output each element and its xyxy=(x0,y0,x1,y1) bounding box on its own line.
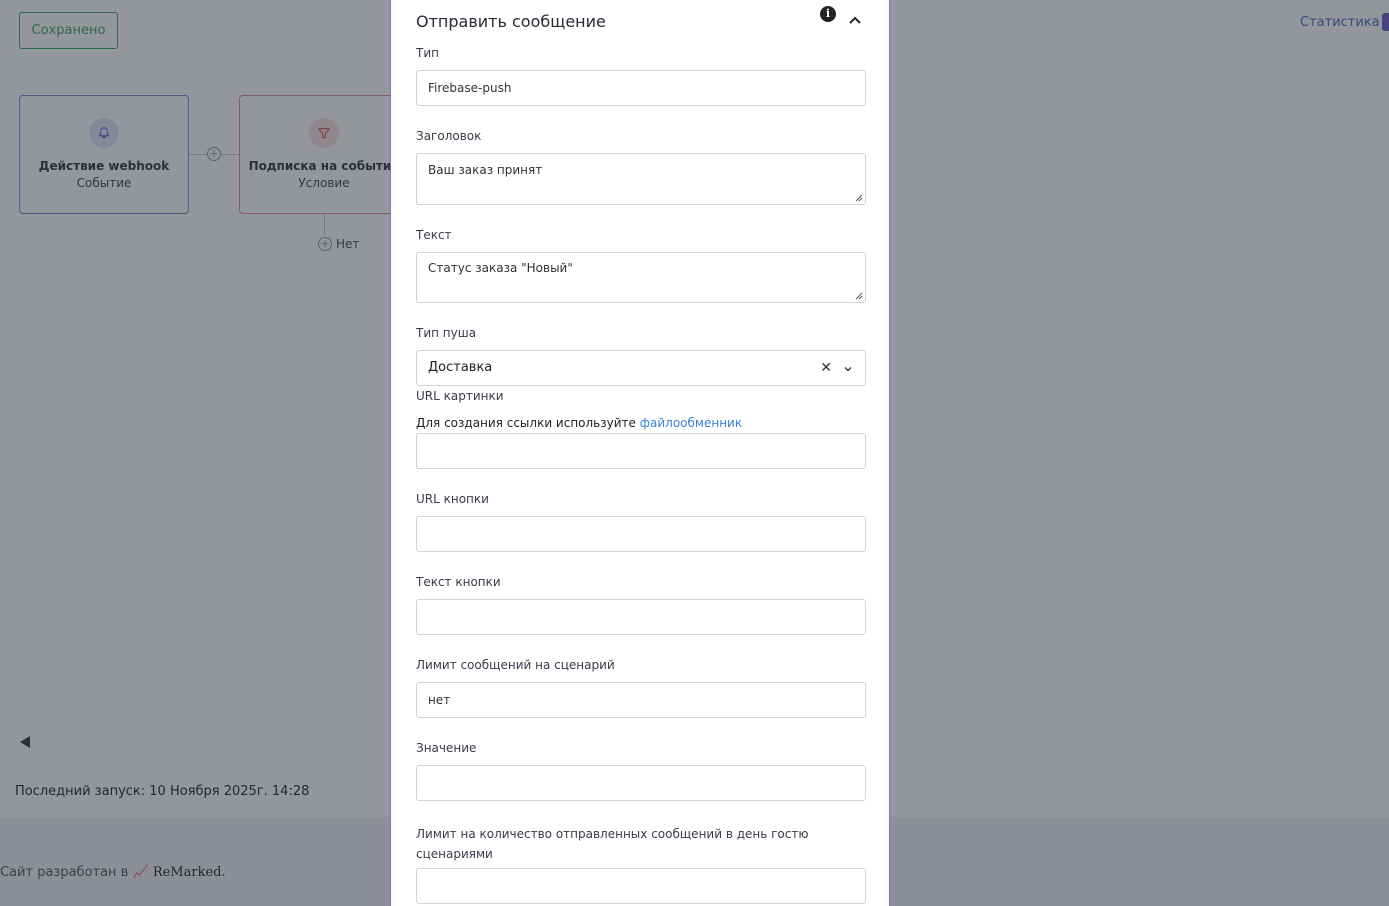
button-url-input[interactable] xyxy=(416,516,866,552)
limit-value-input[interactable] xyxy=(416,765,866,801)
text-label: Текст xyxy=(416,228,452,242)
type-label: Тип xyxy=(416,46,439,60)
info-icon[interactable]: i xyxy=(820,6,836,22)
chevron-down-icon[interactable] xyxy=(843,364,853,374)
button-text-input[interactable] xyxy=(416,599,866,635)
button-url-label: URL кнопки xyxy=(416,492,489,506)
daily-limit-label: Лимит на количество отправленных сообщен… xyxy=(416,827,809,861)
type-field[interactable]: Firebase-push xyxy=(416,70,866,106)
daily-limit-input[interactable] xyxy=(416,868,866,904)
file-sharing-link[interactable]: файлообменник xyxy=(640,416,742,430)
hint-text: Для создания ссылки используйте xyxy=(416,416,636,430)
resize-handle-icon[interactable] xyxy=(855,194,863,202)
button-text-label: Текст кнопки xyxy=(416,575,501,589)
push-type-value: Доставка xyxy=(428,360,493,375)
limit-value-label: Значение xyxy=(416,741,477,755)
image-url-label: URL картинки xyxy=(416,389,504,403)
heading-value: Ваш заказ принят xyxy=(428,163,543,177)
scenario-limit-label: Лимит сообщений на сценарий xyxy=(416,658,615,672)
push-type-select[interactable]: Доставка ✕ xyxy=(416,350,866,386)
clear-icon[interactable]: ✕ xyxy=(820,351,832,385)
heading-textarea[interactable]: Ваш заказ принят xyxy=(416,153,866,205)
chevron-up-icon[interactable] xyxy=(848,13,862,27)
push-type-label: Тип пуша xyxy=(416,326,477,340)
text-textarea[interactable]: Статус заказа "Новый" xyxy=(416,252,866,303)
image-url-input[interactable] xyxy=(416,433,866,469)
send-message-panel: Отправить сообщение i Тип Firebase-push … xyxy=(390,0,890,906)
heading-label: Заголовок xyxy=(416,129,482,143)
text-value: Статус заказа "Новый" xyxy=(428,261,573,275)
panel-title: Отправить сообщение xyxy=(416,12,606,31)
resize-handle-icon[interactable] xyxy=(855,292,863,300)
image-url-hint: Для создания ссылки используйте файлообм… xyxy=(416,416,742,430)
scenario-limit-input[interactable]: нет xyxy=(416,682,866,718)
